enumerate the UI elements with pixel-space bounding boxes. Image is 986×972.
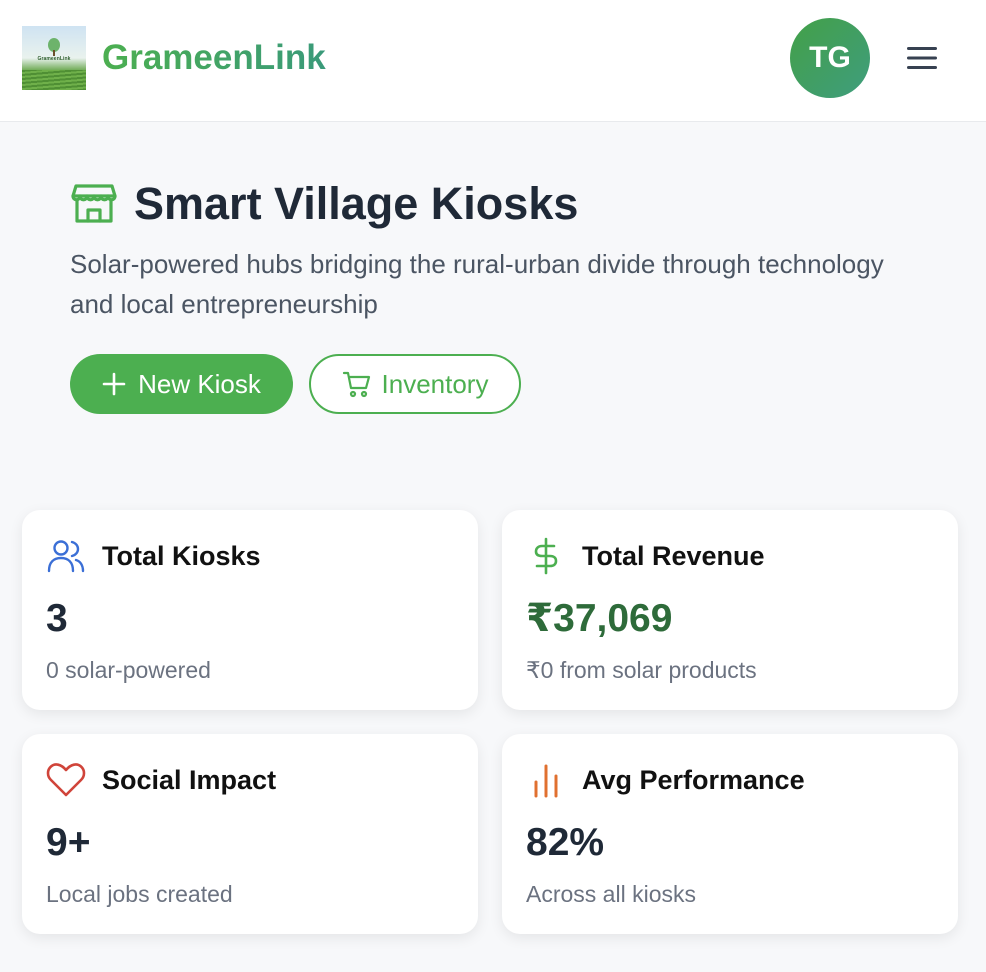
stat-card-total-revenue[interactable]: Total Revenue ₹37,069 ₹0 from solar prod…: [502, 510, 958, 710]
stat-subtext: Across all kiosks: [526, 881, 696, 907]
brand-name[interactable]: GrameenLink: [102, 36, 326, 80]
users-icon: [47, 540, 85, 573]
stat-card-total-kiosks[interactable]: Total Kiosks 3 0 solar-powered: [22, 510, 478, 710]
brand-logo[interactable]: GrameenLink: [22, 26, 86, 90]
stat-card-social-impact[interactable]: Social Impact 9+ Local jobs created: [22, 734, 478, 934]
page-title: Smart Village Kiosks: [134, 178, 579, 229]
heart-icon: [46, 763, 86, 797]
stat-value: 9+: [46, 821, 91, 864]
app-header: GrameenLink GrameenLink TG: [0, 0, 986, 122]
store-icon: [71, 184, 117, 223]
logo-field: [22, 70, 86, 90]
cart-icon: [342, 371, 370, 398]
stat-card-avg-performance[interactable]: Avg Performance 82% Across all kiosks: [502, 734, 958, 934]
stat-title: Avg Performance: [582, 765, 805, 795]
stat-subtext: ₹0 from solar products: [526, 657, 757, 683]
inventory-button[interactable]: Inventory: [309, 354, 521, 414]
stat-title: Social Impact: [102, 765, 277, 795]
plus-icon: [102, 372, 126, 396]
new-kiosk-button[interactable]: New Kiosk: [70, 354, 293, 414]
stat-value: 82%: [526, 821, 605, 864]
stat-subtext: Local jobs created: [46, 881, 233, 907]
inventory-label: Inventory: [381, 368, 489, 399]
stat-title: Total Kiosks: [102, 541, 261, 571]
stat-subtext: 0 solar-powered: [46, 657, 211, 683]
hamburger-menu-icon: [907, 47, 937, 69]
menu-button[interactable]: [898, 38, 946, 78]
stat-value: ₹37,069: [526, 597, 673, 640]
dollar-icon: [534, 537, 558, 575]
page-subtitle: Solar-powered hubs bridging the rural-ur…: [70, 249, 884, 319]
user-avatar[interactable]: TG: [790, 18, 870, 98]
logo-text: GrameenLink: [37, 56, 71, 62]
new-kiosk-label: New Kiosk: [138, 368, 261, 399]
bar-chart-icon: [534, 764, 558, 798]
stat-value: 3: [46, 597, 68, 640]
stat-title: Total Revenue: [582, 541, 765, 571]
